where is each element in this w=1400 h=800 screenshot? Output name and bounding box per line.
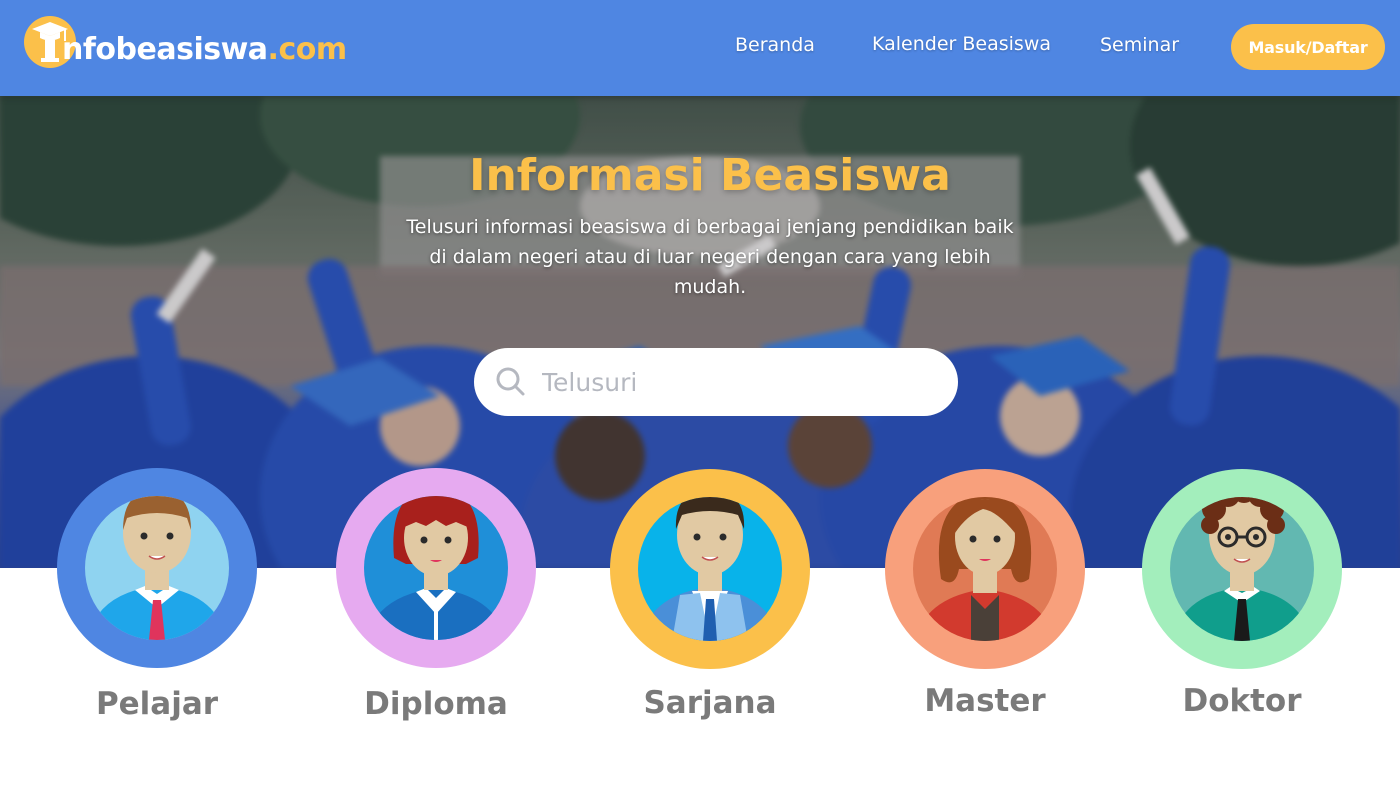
logo-tld-text: .com — [267, 32, 348, 67]
logo-main-text: nfobeasiswa — [62, 32, 268, 67]
login-register-button[interactable]: Masuk/Daftar — [1231, 24, 1385, 70]
level-label-diploma: Diploma — [364, 686, 508, 722]
bachelor-avatar-icon — [610, 469, 810, 669]
level-label-master: Master — [924, 683, 1046, 719]
top-navbar: nfobeasiswa.com Beranda Kalender Beasisw… — [0, 0, 1400, 96]
logo-wordmark: nfobeasiswa.com — [62, 30, 347, 70]
level-card-diploma[interactable]: Diploma — [336, 468, 536, 722]
nav-link-beranda[interactable]: Beranda — [735, 34, 815, 56]
search-input[interactable] — [542, 367, 942, 397]
search-bar[interactable] — [474, 348, 958, 416]
nav-link-seminar[interactable]: Seminar — [1100, 34, 1179, 56]
nav-link-kalender-beasiswa[interactable]: Kalender Beasiswa — [872, 33, 1051, 55]
hero-title: Informasi Beasiswa — [469, 150, 951, 201]
search-icon — [496, 367, 525, 396]
student-avatar-icon — [57, 468, 257, 668]
level-card-pelajar[interactable]: Pelajar — [57, 468, 257, 722]
hero-subtitle: Telusuri informasi beasiswa di berbagai … — [406, 216, 1014, 298]
doctor-avatar-icon — [1142, 469, 1342, 669]
level-label-sarjana: Sarjana — [643, 685, 777, 721]
level-card-doktor[interactable]: Doktor — [1142, 469, 1342, 719]
master-avatar-icon — [885, 469, 1085, 669]
level-label-pelajar: Pelajar — [95, 686, 219, 722]
level-label-doktor: Doktor — [1182, 683, 1302, 719]
level-card-master[interactable]: Master — [885, 469, 1085, 719]
diploma-avatar-icon — [336, 468, 536, 668]
level-card-sarjana[interactable]: Sarjana — [610, 469, 810, 721]
